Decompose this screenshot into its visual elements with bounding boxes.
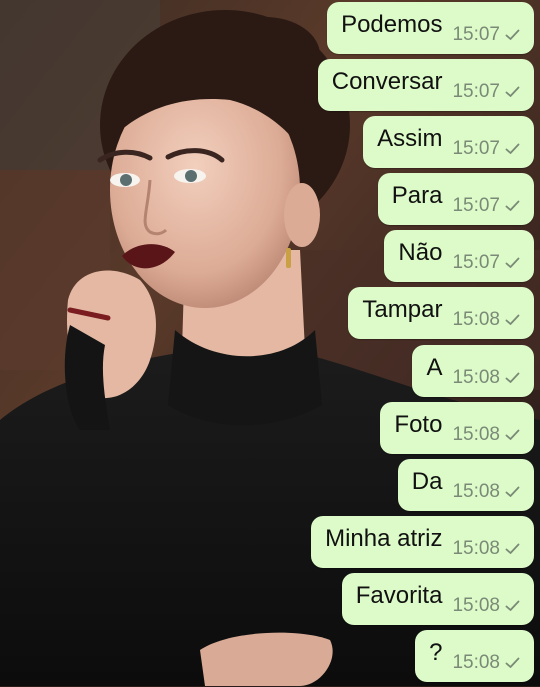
message-bubble[interactable]: Tampar 15:08 (348, 287, 534, 340)
message-bubble[interactable]: Para 15:07 (377, 173, 534, 226)
message-meta: 15:08 (452, 652, 520, 674)
message-bubble[interactable]: Favorita 15:08 (341, 572, 534, 625)
message-bubble[interactable]: Não 15:07 (384, 230, 534, 283)
single-check-icon (505, 200, 520, 212)
message-text: Para (391, 182, 443, 210)
message-meta: 15:08 (452, 595, 520, 617)
message-meta: 15:08 (452, 481, 520, 503)
message-bubble[interactable]: A 15:08 (412, 344, 534, 397)
single-check-icon (505, 486, 520, 497)
message-time: 15:07 (452, 195, 500, 217)
message-text: Não (398, 239, 443, 267)
message-text: Podemos (341, 11, 443, 38)
message-bubble[interactable]: Foto 15:08 (380, 401, 534, 454)
message-list[interactable]: Podemos 15:07 Conversar 15:07 Assim 15:0… (311, 2, 534, 687)
message-time: 15:08 (452, 366, 500, 388)
message-text: Minha atriz (325, 524, 443, 552)
message-text: Assim (377, 125, 443, 153)
message-time: 15:08 (452, 480, 500, 502)
message-bubble[interactable]: ? 15:08 (415, 630, 534, 683)
message-time: 15:07 (452, 138, 500, 160)
single-check-icon (505, 315, 520, 326)
message-time: 15:07 (452, 252, 500, 274)
single-check-icon (505, 543, 520, 554)
message-text: ? (429, 639, 443, 667)
message-meta: 15:07 (452, 195, 520, 217)
message-text: Favorita (355, 581, 443, 609)
message-time: 15:08 (452, 652, 500, 674)
single-check-icon (505, 657, 520, 668)
message-meta: 15:07 (452, 252, 520, 274)
message-time: 15:07 (452, 24, 500, 45)
message-time: 15:08 (452, 594, 500, 616)
message-bubble[interactable]: Conversar 15:07 (317, 59, 534, 112)
message-text: Foto (394, 410, 443, 438)
message-bubble[interactable]: Minha atriz 15:08 (311, 515, 534, 568)
message-text: A (426, 353, 443, 381)
single-check-icon (505, 600, 520, 611)
message-bubble[interactable]: Da 15:08 (397, 458, 534, 511)
message-time: 15:07 (452, 81, 500, 103)
single-check-icon (505, 257, 520, 269)
message-text: Da (411, 467, 443, 495)
message-time: 15:08 (452, 423, 500, 445)
message-time: 15:08 (452, 537, 500, 559)
message-meta: 15:07 (452, 138, 520, 160)
message-meta: 15:07 (452, 81, 520, 103)
message-bubble[interactable]: Assim 15:07 (363, 116, 534, 169)
single-check-icon (505, 372, 520, 383)
single-check-icon (505, 29, 520, 40)
message-meta: 15:07 (452, 24, 520, 46)
message-time: 15:08 (452, 309, 500, 331)
message-meta: 15:08 (452, 367, 520, 389)
message-text: Tampar (362, 296, 443, 324)
message-bubble[interactable]: Podemos 15:07 (327, 2, 534, 54)
message-meta: 15:08 (452, 424, 520, 446)
message-meta: 15:08 (452, 538, 520, 560)
single-check-icon (505, 86, 520, 97)
single-check-icon (505, 143, 520, 155)
message-meta: 15:08 (452, 309, 520, 331)
single-check-icon (505, 429, 520, 440)
message-text: Conversar (331, 68, 443, 96)
